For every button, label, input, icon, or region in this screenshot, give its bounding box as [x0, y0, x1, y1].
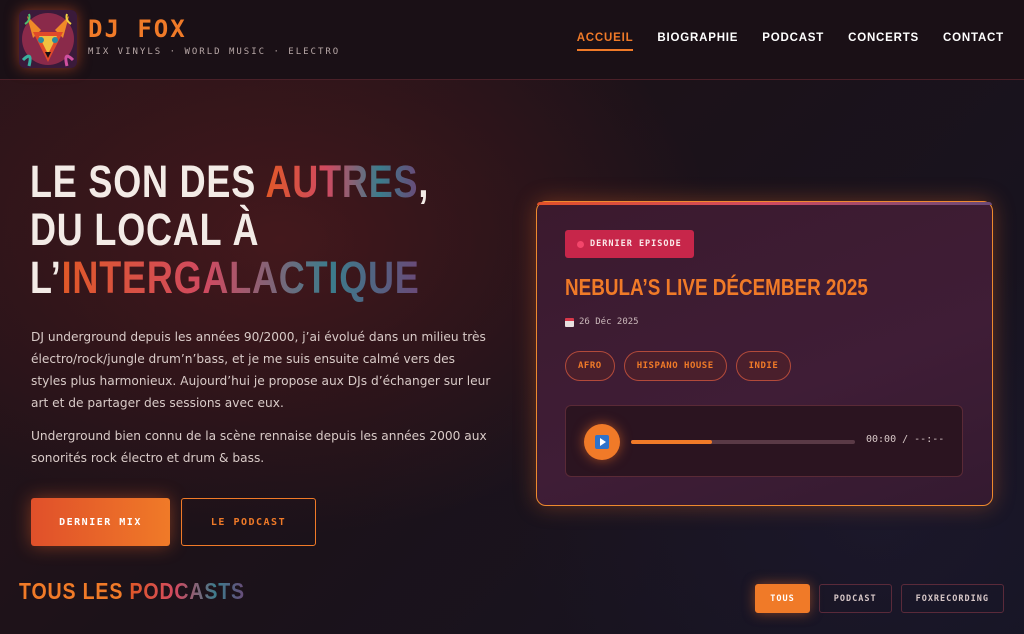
live-dot-icon: [577, 240, 584, 248]
brand-title[interactable]: DJ FOX: [88, 15, 187, 43]
site-header: DJ FOX MIX VINYLS · WORLD MUSIC · ELECTR…: [0, 0, 1024, 80]
episode-tags: AFRO HISPANO HOUSE INDIE: [565, 351, 792, 381]
podcast-filters: TOUS PODCAST FOXRECORDING: [755, 584, 1004, 613]
progress-fill: [631, 440, 712, 444]
badge-label: DERNIER EPISODE: [590, 239, 682, 249]
hero-title-text: LE SON DES: [30, 156, 266, 207]
filter-foxrecording[interactable]: FOXRECORDING: [900, 584, 1004, 613]
podcasts-section-title: TOUS LES PODCASTS: [19, 578, 245, 605]
hero-title-highlight: AUTRES: [265, 156, 419, 207]
fox-art-logo-icon: [19, 10, 77, 68]
nav-item-accueil[interactable]: ACCUEIL: [576, 32, 634, 51]
hero-title-apostrophe: L’: [30, 252, 62, 303]
calendar-icon: [565, 317, 574, 327]
main-nav: ACCUEIL BIOGRAPHIE PODCAST CONCERTS CONT…: [576, 32, 1004, 51]
brand-subtitle: MIX VINYLS · WORLD MUSIC · ELECTRO: [88, 47, 341, 57]
tag-hispano-house[interactable]: HISPANO HOUSE: [623, 351, 727, 381]
hero-title: LE SON DES AUTRES, DU LOCAL À L’INTERGAL…: [30, 158, 429, 302]
hero-title-line3: L’INTERGALACTIQUE: [30, 252, 420, 303]
latest-episode-card: DERNIER EPISODE NEBULA’S LIVE DÉCEMBER 2…: [536, 201, 993, 506]
nav-item-biographie[interactable]: BIOGRAPHIE: [657, 32, 738, 51]
podcasts-title-b: PODCASTS: [129, 578, 245, 604]
episode-title[interactable]: NEBULA’S LIVE DÉCEMBER 2025: [565, 274, 868, 301]
podcast-button[interactable]: LE PODCAST: [181, 498, 316, 546]
hero-title-comma: ,: [418, 156, 430, 207]
card-accent-bar: [537, 202, 992, 205]
hero-title-highlight-2: INTERGALACTIQUE: [61, 252, 420, 303]
latest-episode-badge: DERNIER EPISODE: [565, 230, 694, 258]
hero-title-line2: DU LOCAL À: [30, 204, 260, 255]
play-icon: [595, 435, 609, 449]
nav-item-contact[interactable]: CONTACT: [943, 32, 1004, 51]
hero-title-line1: LE SON DES AUTRES,: [30, 156, 429, 207]
nav-item-concerts[interactable]: CONCERTS: [848, 32, 919, 51]
episode-date-text: 26 Déc 2025: [579, 317, 639, 327]
filter-tous[interactable]: TOUS: [755, 584, 810, 613]
player-time: 00:00 / --:--: [866, 434, 945, 445]
nav-item-podcast[interactable]: PODCAST: [762, 32, 824, 51]
latest-mix-button[interactable]: DERNIER MIX: [31, 498, 170, 546]
podcasts-title-a: TOUS LES: [19, 578, 130, 604]
filter-podcast[interactable]: PODCAST: [818, 584, 892, 613]
tag-indie[interactable]: INDIE: [735, 351, 792, 381]
logo[interactable]: [19, 10, 77, 68]
hero-paragraph-2: Underground bien connu de la scène renna…: [31, 429, 487, 465]
play-button[interactable]: [584, 424, 620, 460]
progress-track[interactable]: [631, 440, 855, 444]
tag-afro[interactable]: AFRO: [565, 351, 615, 381]
audio-player: 00:00 / --:--: [565, 405, 963, 477]
hero-paragraph-1: DJ underground depuis les années 90/2000…: [31, 330, 491, 410]
episode-date: 26 Déc 2025: [565, 317, 639, 327]
